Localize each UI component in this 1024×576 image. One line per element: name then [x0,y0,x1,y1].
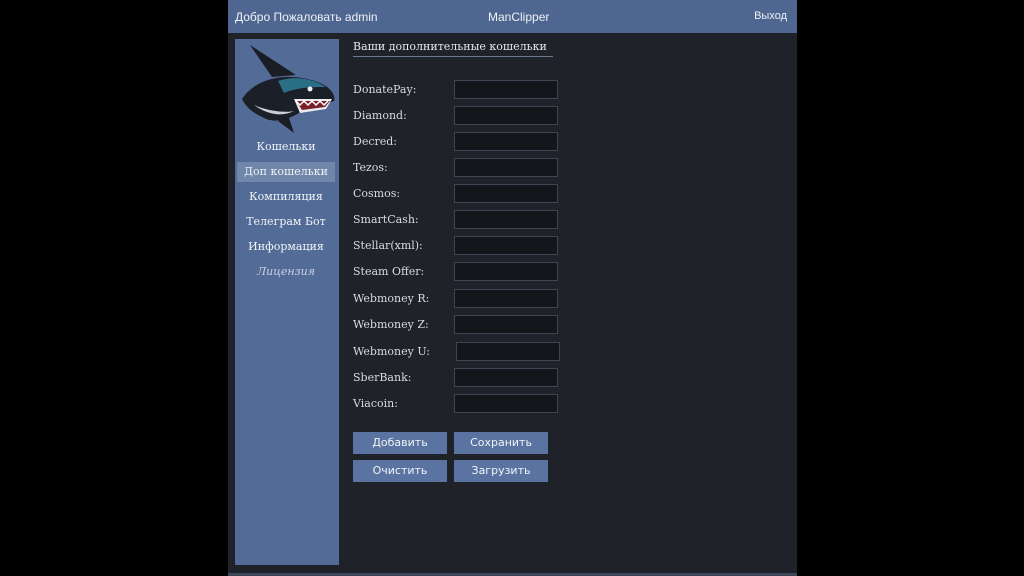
wallet-row-webmoney-z: Webmoney Z: [353,315,583,337]
wallet-label: Steam Offer: [353,265,425,278]
donatepay-field[interactable] [454,80,558,99]
sidebar-item-wallets[interactable]: Кошельки [237,137,335,157]
wallet-row-smartcash: SmartCash: [353,210,583,232]
wallet-label: Diamond: [353,109,407,122]
wallet-row-decred: Decred: [353,132,583,154]
wallet-row-steam-offer: Steam Offer: [353,262,583,284]
load-button[interactable]: Загрузить [454,460,548,482]
decred-field[interactable] [454,132,558,151]
wallet-row-webmoney-u: Webmoney U: [353,342,583,364]
steam-offer-field[interactable] [454,262,558,281]
wallet-label: Webmoney R: [353,292,430,305]
sidebar-item-extra-wallets[interactable]: Доп кошельки [237,162,335,182]
wallet-label: Cosmos: [353,187,401,200]
viacoin-field[interactable] [454,394,558,413]
wallet-row-stellar: Stellar(xml): [353,236,583,258]
title-divider [353,56,553,57]
wallet-label: Webmoney Z: [353,318,429,331]
wallet-row-donatepay: DonatePay: [353,80,583,102]
shark-logo-icon [238,41,336,135]
stellar-field[interactable] [454,236,558,255]
sidebar-item-information[interactable]: Информация [237,237,335,257]
wallet-label: Viacoin: [353,397,398,410]
sidebar: Кошельки Доп кошельки Компиляция Телегра… [235,39,339,565]
wallet-row-cosmos: Cosmos: [353,184,583,206]
diamond-field[interactable] [454,106,558,125]
webmoney-z-field[interactable] [454,315,558,334]
save-button[interactable]: Сохранить [454,432,548,454]
wallet-label: SmartCash: [353,213,419,226]
wallet-row-webmoney-r: Webmoney R: [353,289,583,311]
logout-button[interactable]: Выход [754,10,787,22]
wallet-label: Stellar(xml): [353,239,423,252]
webmoney-u-field[interactable] [456,342,560,361]
tezos-field[interactable] [454,158,558,177]
main-panel: Ваши дополнительные кошельки DonatePay: … [353,0,653,576]
wallet-row-diamond: Diamond: [353,106,583,128]
wallet-label: SberBank: [353,371,412,384]
wallet-label: Decred: [353,135,398,148]
app-window: Добро Пожаловать admin ManClipper Выход [228,0,797,576]
sberbank-field[interactable] [454,368,558,387]
wallet-row-sberbank: SberBank: [353,368,583,390]
wallet-label: Webmoney U: [353,345,430,358]
cosmos-field[interactable] [454,184,558,203]
sidebar-item-license[interactable]: Лицензия [237,262,335,282]
wallet-label: Tezos: [353,161,388,174]
wallet-label: DonatePay: [353,83,417,96]
clear-button[interactable]: Очистить [353,460,447,482]
wallet-row-tezos: Tezos: [353,158,583,180]
webmoney-r-field[interactable] [454,289,558,308]
wallet-row-viacoin: Viacoin: [353,394,583,416]
sidebar-item-telegram-bot[interactable]: Телеграм Бот [237,212,335,232]
page-title: Ваши дополнительные кошельки [353,40,547,53]
add-button[interactable]: Добавить [353,432,447,454]
sidebar-item-compilation[interactable]: Компиляция [237,187,335,207]
smartcash-field[interactable] [454,210,558,229]
